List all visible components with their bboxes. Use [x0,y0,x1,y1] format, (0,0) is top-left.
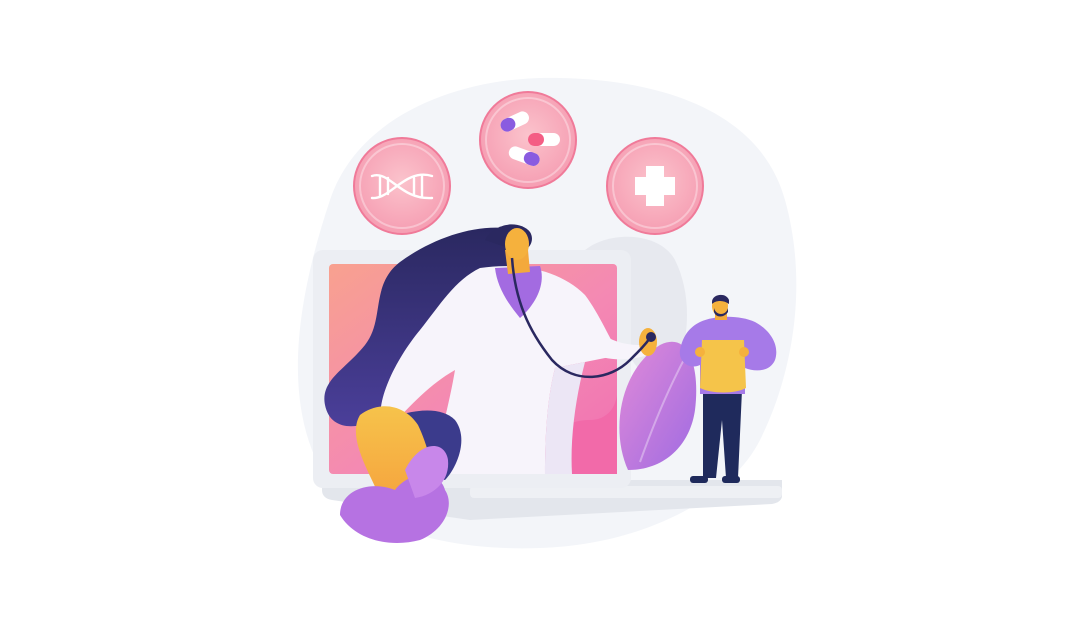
patient-shoe-right [722,476,740,483]
patient-hand-right [739,347,749,357]
patient-vest [700,340,746,393]
badge-medical-cross [606,137,704,235]
patient-shoe-left [690,476,708,483]
badge-pills [479,91,577,189]
badge-dna [353,137,451,235]
telemedicine-illustration [0,0,1082,618]
patient-hand-left [695,347,705,357]
stethoscope-chest-piece [646,332,656,342]
illustration-canvas [297,77,797,549]
doctor-face [505,228,529,260]
